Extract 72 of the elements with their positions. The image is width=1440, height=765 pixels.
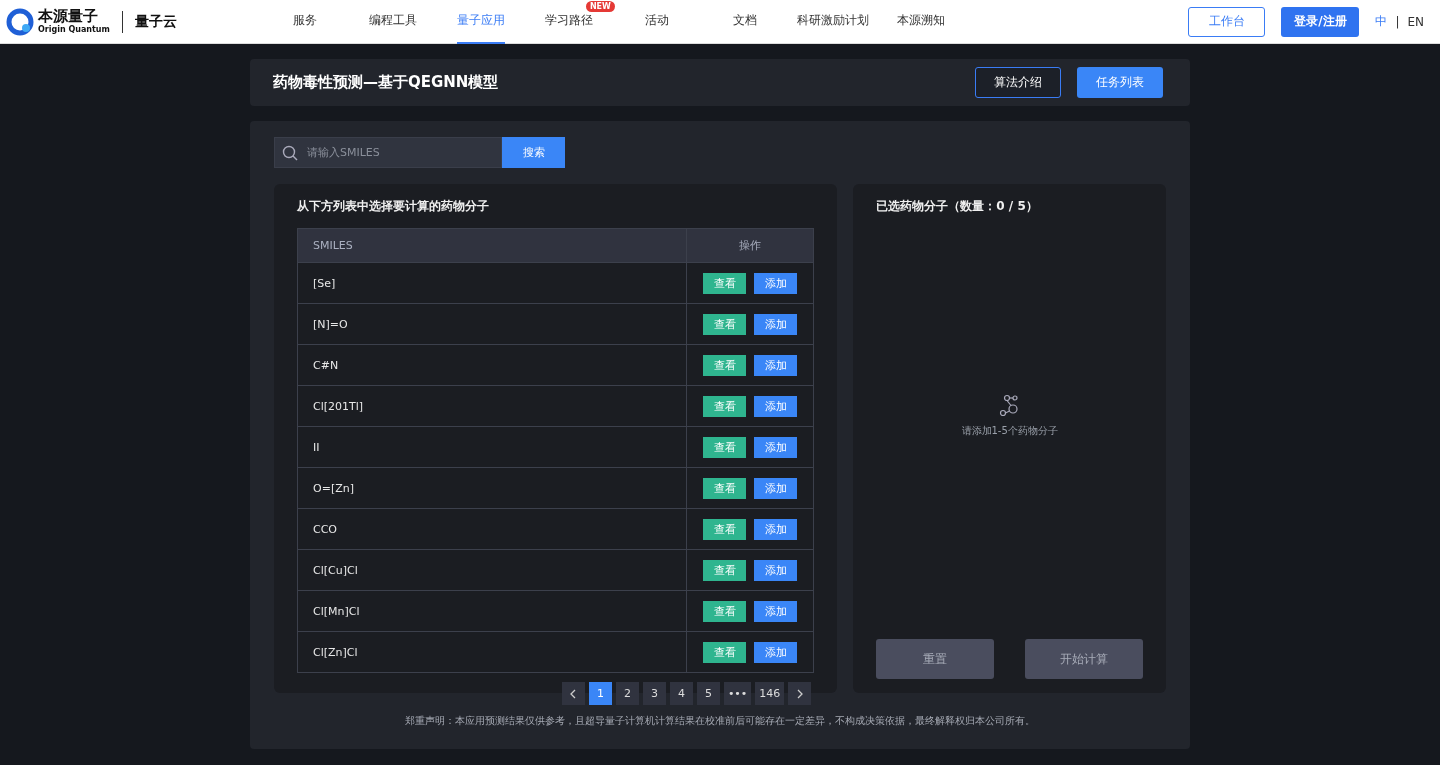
chevron-left-icon — [569, 688, 578, 699]
new-badge: NEW — [585, 0, 615, 12]
smiles-cell: Cl[Mn]Cl — [297, 590, 687, 632]
start-button[interactable]: 开始计算 — [1025, 639, 1143, 679]
list-title: 从下方列表中选择要计算的药物分子 — [297, 199, 490, 213]
prev-page-button[interactable] — [561, 682, 585, 705]
nav-link[interactable]: 本源溯知 — [896, 0, 945, 44]
page-button[interactable]: ••• — [723, 682, 752, 705]
product-name: 量子云 — [134, 12, 177, 31]
add-button[interactable]: 添加 — [754, 600, 797, 622]
smiles-cell: Cl[Cu]Cl — [297, 549, 687, 591]
logo-icon — [6, 7, 34, 36]
algorithm-button[interactable]: 算法介绍 — [975, 67, 1061, 98]
page-title: 药物毒性预测—基于QEGNN模型 — [273, 73, 499, 92]
search-icon — [282, 145, 298, 161]
view-button[interactable]: 查看 — [703, 518, 746, 540]
view-button[interactable]: 查看 — [703, 641, 746, 663]
smiles-cell: Cl[Zn]Cl — [297, 631, 687, 673]
view-button[interactable]: 查看 — [703, 559, 746, 581]
next-page-button[interactable] — [788, 682, 812, 705]
search-field[interactable]: 请输入SMILES — [274, 137, 502, 168]
view-button[interactable]: 查看 — [703, 313, 746, 335]
view-button[interactable]: 查看 — [703, 354, 746, 376]
add-button[interactable]: 添加 — [754, 436, 797, 458]
add-button[interactable]: 添加 — [754, 395, 797, 417]
language-link[interactable]: EN — [1407, 14, 1424, 29]
smiles-cell: Cl[201Tl] — [297, 385, 687, 427]
nav-link[interactable]: 科研激励计划 — [796, 0, 869, 44]
reset-button[interactable]: 重置 — [876, 639, 995, 679]
page-button[interactable]: 3 — [642, 682, 666, 705]
add-button[interactable]: 添加 — [754, 272, 797, 294]
add-button[interactable]: 添加 — [754, 477, 797, 499]
nav-link[interactable]: 文档 — [732, 0, 757, 44]
view-button[interactable]: 查看 — [703, 395, 746, 417]
login-button[interactable]: 登录/注册 — [1281, 6, 1360, 37]
nav-link[interactable]: 服务 — [292, 0, 317, 44]
column-header: 操作 — [686, 228, 814, 263]
column-header: SMILES — [297, 228, 687, 263]
nav-link[interactable]: 编程工具 — [368, 0, 417, 44]
view-button[interactable]: 查看 — [703, 436, 746, 458]
page-button[interactable]: 1 — [588, 682, 612, 705]
view-button[interactable]: 查看 — [703, 272, 746, 294]
smiles-cell: C#N — [297, 344, 687, 386]
page-button[interactable]: 146 — [755, 682, 785, 705]
add-button[interactable]: 添加 — [754, 559, 797, 581]
page-button[interactable]: 5 — [696, 682, 720, 705]
add-button[interactable]: 添加 — [754, 518, 797, 540]
chevron-right-icon — [795, 688, 804, 699]
page-button[interactable]: 2 — [615, 682, 639, 705]
smiles-cell: [Se] — [297, 262, 687, 304]
add-button[interactable]: 添加 — [754, 641, 797, 663]
language-separator: | — [1395, 14, 1400, 29]
smiles-cell: [N]=O — [297, 303, 687, 345]
language-link[interactable]: 中 — [1375, 13, 1388, 30]
nav-link[interactable]: 活动 — [644, 0, 669, 44]
disclaimer: 郑重声明：本应用预测结果仅供参考，且超导量子计算机计算结果在校准前后可能存在一定差异，不构成决策依据，最终解释权归本公司所有。 — [404, 714, 1036, 728]
smiles-cell: II — [297, 426, 687, 468]
view-button[interactable]: 查看 — [703, 600, 746, 622]
search-button[interactable]: 搜索 — [502, 137, 565, 168]
view-button[interactable]: 查看 — [703, 477, 746, 499]
logo-name: 本源量子 — [38, 9, 99, 24]
task-list-button[interactable]: 任务列表 — [1077, 67, 1163, 98]
selected-title: 已选药物分子（数量：0 / 5） — [876, 199, 1039, 213]
page-button[interactable]: 4 — [669, 682, 693, 705]
workbench-button[interactable]: 工作台 — [1188, 6, 1266, 37]
smiles-cell: CCO — [297, 508, 687, 550]
add-button[interactable]: 添加 — [754, 354, 797, 376]
nav-link[interactable]: 量子应用 — [456, 0, 505, 44]
smiles-cell: O=[Zn] — [297, 467, 687, 509]
add-button[interactable]: 添加 — [754, 313, 797, 335]
empty-hint: 请添加1-5个药物分子 — [961, 424, 1058, 438]
logo-subtitle: Origin Quantum — [38, 26, 110, 34]
